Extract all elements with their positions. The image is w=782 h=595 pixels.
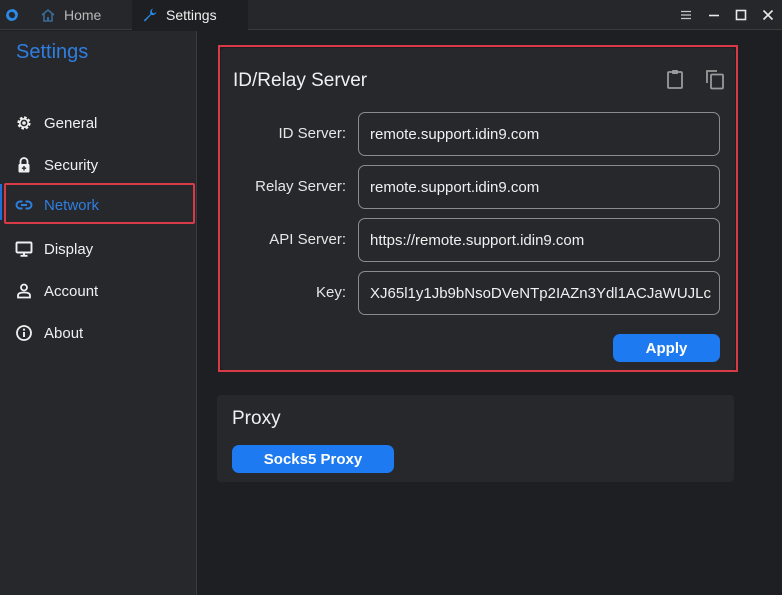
maximize-icon[interactable] <box>733 7 749 23</box>
title-bar: Home Settings <box>0 0 782 30</box>
sidebar-item-security[interactable]: Security <box>0 147 197 183</box>
wrench-icon <box>142 7 158 23</box>
socks5-proxy-button[interactable]: Socks5 Proxy <box>232 445 394 473</box>
sidebar-title: Settings <box>16 41 89 63</box>
monitor-icon <box>15 240 33 258</box>
tab-home-label: Home <box>64 7 102 23</box>
tab-settings[interactable]: Settings <box>132 0 248 30</box>
sidebar-item-general[interactable]: General <box>0 105 197 141</box>
sidebar-item-label: General <box>44 114 98 132</box>
minimize-icon[interactable] <box>706 7 722 23</box>
sidebar-item-account[interactable]: Account <box>0 273 197 309</box>
main-content: ID/Relay Server ID Server: remote.suppor… <box>198 31 782 595</box>
sidebar-item-label: Account <box>44 282 99 300</box>
close-icon[interactable] <box>760 7 776 23</box>
sidebar-item-about[interactable]: About <box>0 315 197 351</box>
sidebar-item-label: Display <box>44 240 94 258</box>
menu-icon[interactable] <box>678 7 694 23</box>
tab-settings-label: Settings <box>166 7 217 23</box>
proxy-card-title: Proxy <box>232 408 281 429</box>
proxy-card: Proxy Socks5 Proxy <box>217 395 734 482</box>
tab-home[interactable]: Home <box>28 0 130 30</box>
gear-icon <box>15 114 33 132</box>
sidebar-item-label: Security <box>44 156 99 174</box>
relay-highlight-box <box>218 45 738 372</box>
lock-icon <box>15 156 33 174</box>
sidebar-item-label: About <box>44 324 84 342</box>
sidebar-item-display[interactable]: Display <box>0 231 197 267</box>
user-icon <box>15 282 33 300</box>
app-logo-icon <box>4 7 20 23</box>
info-icon <box>15 324 33 342</box>
home-icon <box>40 7 56 23</box>
sidebar: Settings General Security Network Displa… <box>0 31 197 595</box>
network-highlight-box <box>4 183 195 224</box>
